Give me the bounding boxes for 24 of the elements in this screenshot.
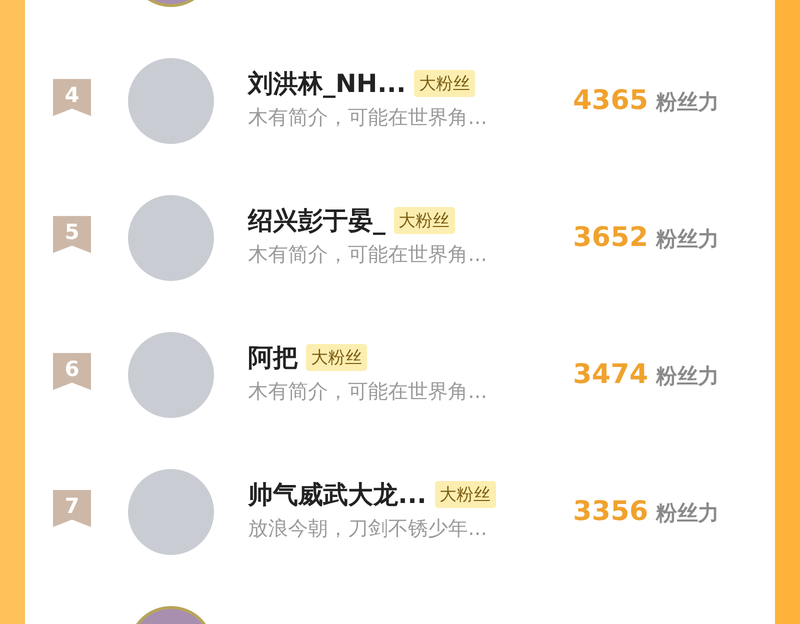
fan-score: 3474: [573, 359, 648, 390]
fan-score-unit: 粉丝力: [656, 89, 720, 116]
fan-score: 3652: [573, 222, 648, 253]
fan-score: 4365: [573, 85, 648, 116]
rank-badge: 4: [53, 79, 91, 116]
user-bio: 木有简介，可能在世界角...: [248, 104, 488, 130]
fan-score-unit: 粉丝力: [656, 500, 720, 527]
user-bio: 木有简介，可能在世界角...: [248, 378, 488, 404]
fan-score-unit: 粉丝力: [656, 226, 720, 253]
rank-badge: 7: [53, 490, 91, 527]
user-name[interactable]: 阿把: [248, 340, 298, 374]
user-name[interactable]: 刘洪林_NH...: [248, 66, 406, 100]
user-bio: 放浪今朝，刀剑不锈少年...: [248, 514, 488, 542]
user-name[interactable]: 帅气威武大龙...: [248, 478, 426, 510]
user-name[interactable]: 绍兴彭于晏_: [248, 204, 386, 236]
user-bio: 木有简介，可能在世界角...: [248, 240, 488, 268]
fan-level-badge: 大粉丝: [434, 480, 496, 508]
fan-score-unit: 粉丝力: [656, 363, 720, 390]
rank-badge: 6: [53, 353, 91, 390]
rank-badge: 5: [53, 216, 91, 253]
fan-level-badge: 大粉丝: [394, 206, 454, 234]
fan-level-badge: 大粉丝: [414, 70, 475, 96]
fan-score: 3356: [573, 496, 648, 527]
fan-level-badge: 大粉丝: [306, 344, 367, 370]
